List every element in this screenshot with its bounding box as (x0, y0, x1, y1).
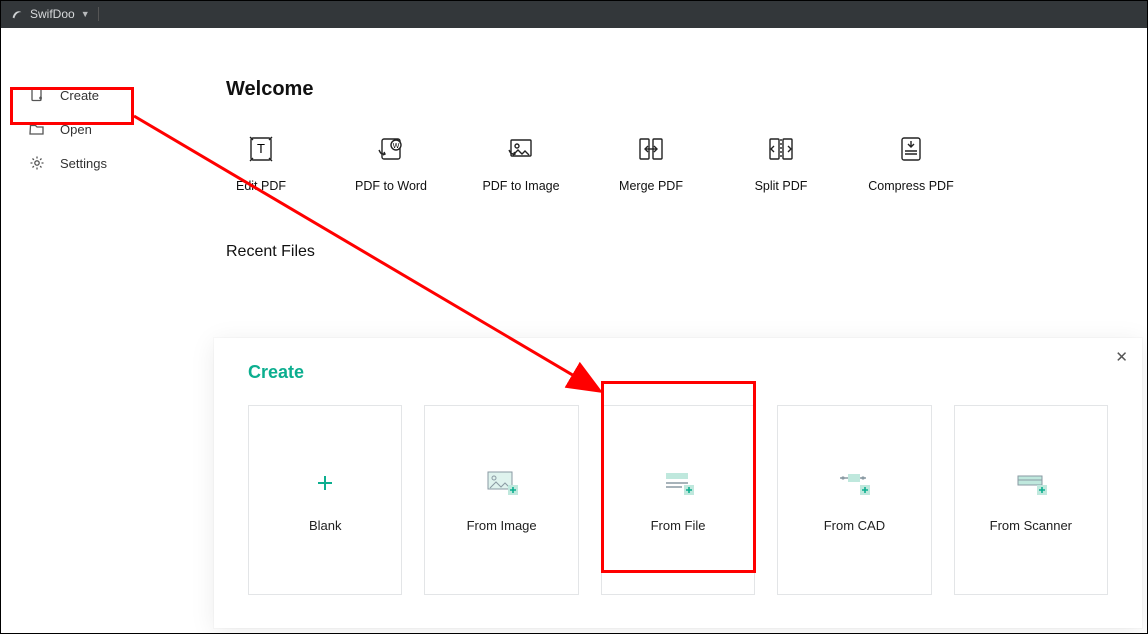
create-option-label: From File (651, 518, 706, 533)
welcome-heading: Welcome (226, 78, 1128, 101)
quick-action-pdf-to-image[interactable]: PDF to Image (486, 131, 556, 193)
create-option-label: From Image (467, 518, 537, 533)
blank-icon (305, 468, 345, 498)
create-panel-title: Create (248, 362, 1108, 383)
app-name: SwifDoo (30, 7, 75, 21)
close-icon[interactable]: ✕ (1115, 348, 1128, 366)
create-option-from-file[interactable]: From File (601, 405, 755, 595)
sidebar: Create Open Settings (20, 78, 160, 180)
quick-action-label: Edit PDF (236, 179, 286, 193)
pdf-to-word-icon: W (373, 131, 409, 167)
from-file-icon (658, 468, 698, 498)
quick-action-label: Compress PDF (868, 179, 953, 193)
quick-action-compress-pdf[interactable]: Compress PDF (876, 131, 946, 193)
app-menu-caret-icon[interactable]: ▼ (81, 9, 90, 19)
create-option-from-image[interactable]: From Image (424, 405, 578, 595)
titlebar-divider (98, 7, 99, 21)
quick-action-label: PDF to Image (482, 179, 559, 193)
create-options-grid: Blank From Image From File From CAD (248, 405, 1108, 595)
recent-files-heading: Recent Files (226, 243, 1128, 261)
sidebar-item-open[interactable]: Open (20, 112, 160, 146)
pdf-to-image-icon (503, 131, 539, 167)
create-option-label: Blank (309, 518, 342, 533)
from-cad-icon (834, 468, 874, 498)
quick-action-merge-pdf[interactable]: Merge PDF (616, 131, 686, 193)
svg-text:T: T (257, 141, 265, 156)
sidebar-item-label: Create (60, 88, 99, 103)
quick-action-label: Merge PDF (619, 179, 683, 193)
svg-text:W: W (393, 143, 400, 150)
sidebar-item-label: Open (60, 122, 92, 137)
sidebar-item-settings[interactable]: Settings (20, 146, 160, 180)
create-option-label: From Scanner (990, 518, 1072, 533)
quick-action-label: Split PDF (755, 179, 808, 193)
titlebar: SwifDoo ▼ (0, 0, 1148, 28)
app-body: Create Open Settings Welcome T Edit PDF (0, 28, 1148, 634)
create-option-from-scanner[interactable]: From Scanner (954, 405, 1108, 595)
quick-action-split-pdf[interactable]: Split PDF (746, 131, 816, 193)
sidebar-item-label: Settings (60, 156, 107, 171)
quick-action-edit-pdf[interactable]: T Edit PDF (226, 131, 296, 193)
app-logo-icon (10, 7, 24, 21)
create-option-label: From CAD (824, 518, 885, 533)
split-pdf-icon (763, 131, 799, 167)
edit-pdf-icon: T (243, 131, 279, 167)
create-option-from-cad[interactable]: From CAD (777, 405, 931, 595)
open-icon (28, 120, 46, 138)
merge-pdf-icon (633, 131, 669, 167)
from-image-icon (482, 468, 522, 498)
create-panel: ✕ Create Blank From Image From File (214, 338, 1142, 628)
sidebar-item-create[interactable]: Create (20, 78, 160, 112)
quick-action-pdf-to-word[interactable]: W PDF to Word (356, 131, 426, 193)
gear-icon (28, 154, 46, 172)
create-icon (28, 86, 46, 104)
from-scanner-icon (1011, 468, 1051, 498)
create-option-blank[interactable]: Blank (248, 405, 402, 595)
quick-action-label: PDF to Word (355, 179, 427, 193)
quick-actions-row: T Edit PDF W PDF to Word PDF to Image (226, 131, 1128, 193)
main-area: Welcome T Edit PDF W PDF to Word PDF to … (226, 78, 1128, 261)
compress-pdf-icon (893, 131, 929, 167)
